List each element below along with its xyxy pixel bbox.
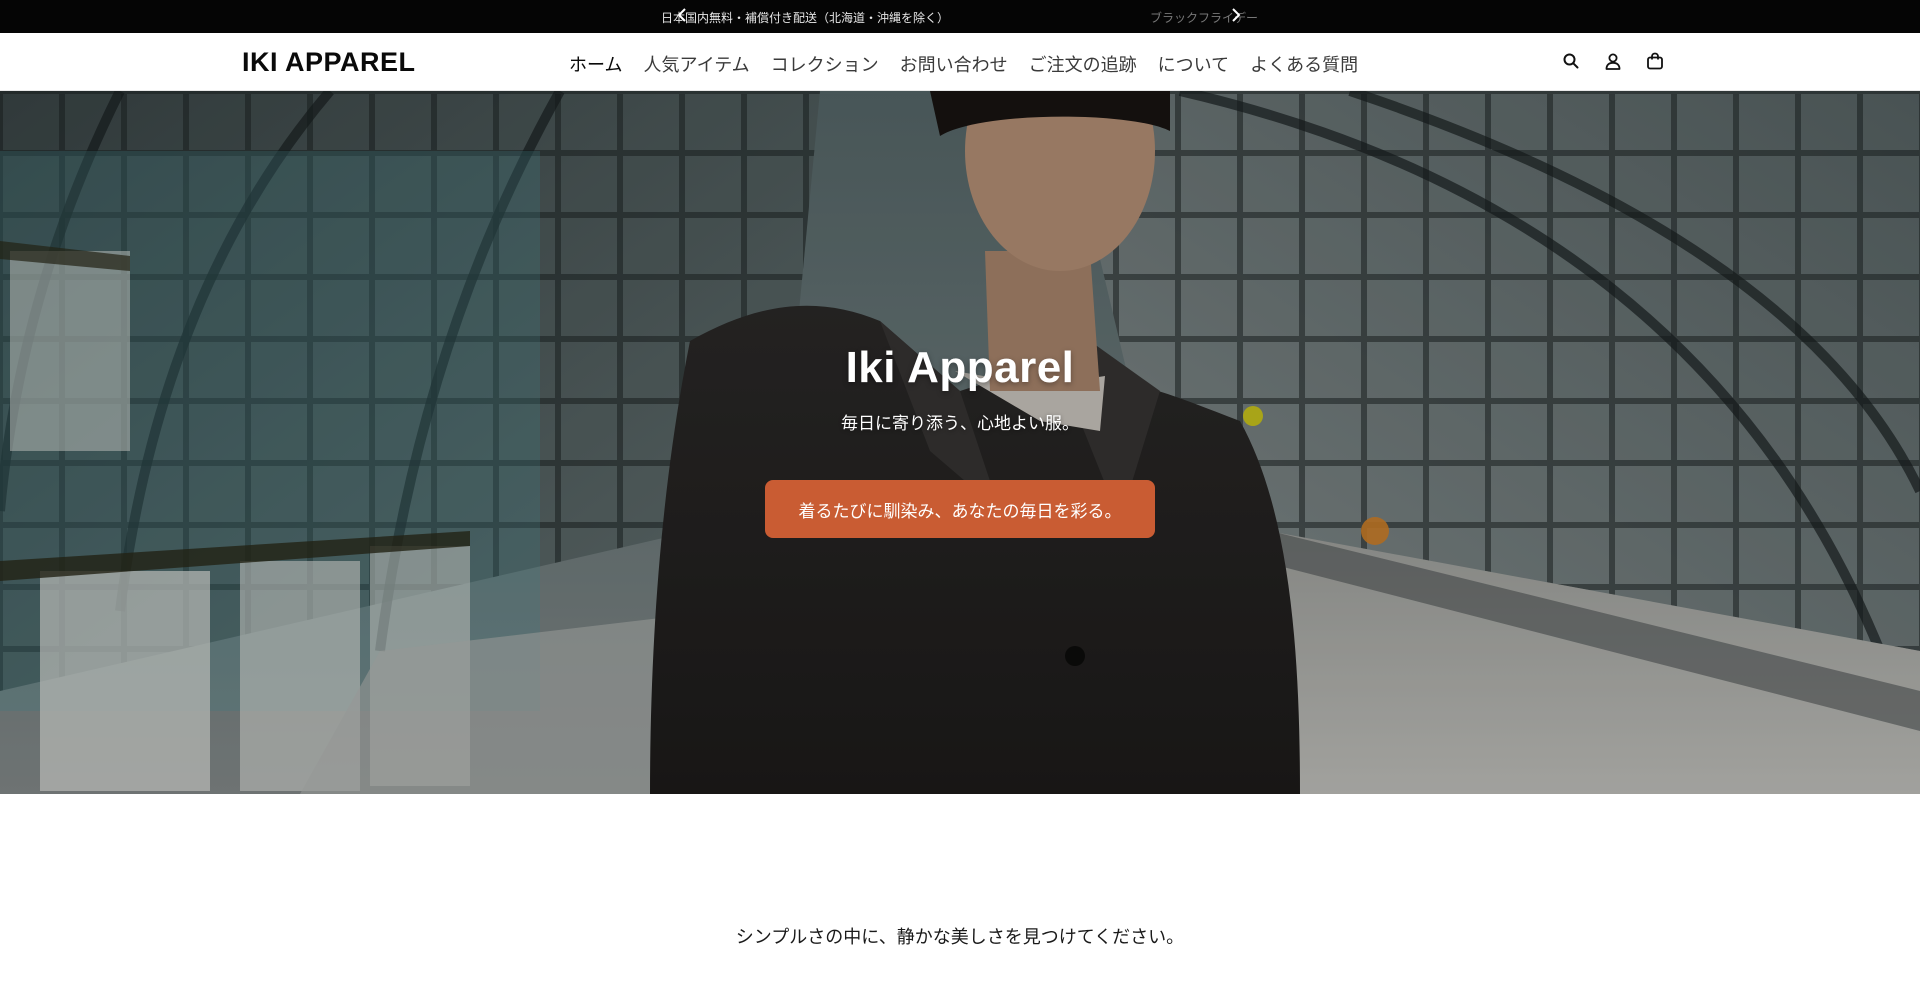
header-actions [1560,50,1666,72]
hero-subtitle: 毎日に寄り添う、心地よい服。 [841,414,1079,434]
site-logo[interactable]: IKI APPAREL [242,47,416,78]
hero-background-image [0,91,1920,794]
account-button[interactable] [1602,50,1624,72]
nav-item-home[interactable]: ホーム [569,51,622,77]
cart-button[interactable] [1644,50,1666,72]
nav-item-about[interactable]: について [1158,51,1229,77]
nav-item-collection[interactable]: コレクション [771,51,879,77]
hero-banner: Iki Apparel 毎日に寄り添う、心地よい服。 着るたびに馴染み、あなたの… [0,91,1920,794]
announcement-prev-button[interactable] [672,5,692,27]
nav-item-popular[interactable]: 人気アイテム [643,51,749,77]
account-icon [1605,53,1621,70]
site-header: IKI APPAREL ホーム 人気アイテム コレクション お問い合わせ ご注文… [0,33,1920,91]
hero-cta-button[interactable]: 着るたびに馴染み、あなたの毎日を彩る。 [765,480,1155,538]
hero-title: Iki Apparel [845,343,1075,392]
announcement-message: 日本国内無料・補償付き配送（北海道・沖縄を除く） [661,11,950,25]
chevron-right-icon [1232,8,1241,22]
search-button[interactable] [1560,50,1582,72]
search-icon [1563,53,1579,69]
nav-item-faq[interactable]: よくある質問 [1250,51,1358,77]
announcement-bar: 日本国内無料・補償付き配送（北海道・沖縄を除く） ブラックフライデー [0,0,1920,33]
nav-item-contact[interactable]: お問い合わせ [900,51,1008,77]
section-tagline: シンプルさの中に、静かな美しさを見つけてください。 [735,927,1185,948]
chevron-left-icon [677,8,686,22]
nav-item-order-tracking[interactable]: ご注文の追跡 [1029,51,1137,77]
announcement-next-button[interactable] [1226,5,1246,27]
cart-icon [1647,52,1663,70]
main-nav: ホーム 人気アイテム コレクション お問い合わせ ご注文の追跡 について よくあ… [569,51,1358,77]
